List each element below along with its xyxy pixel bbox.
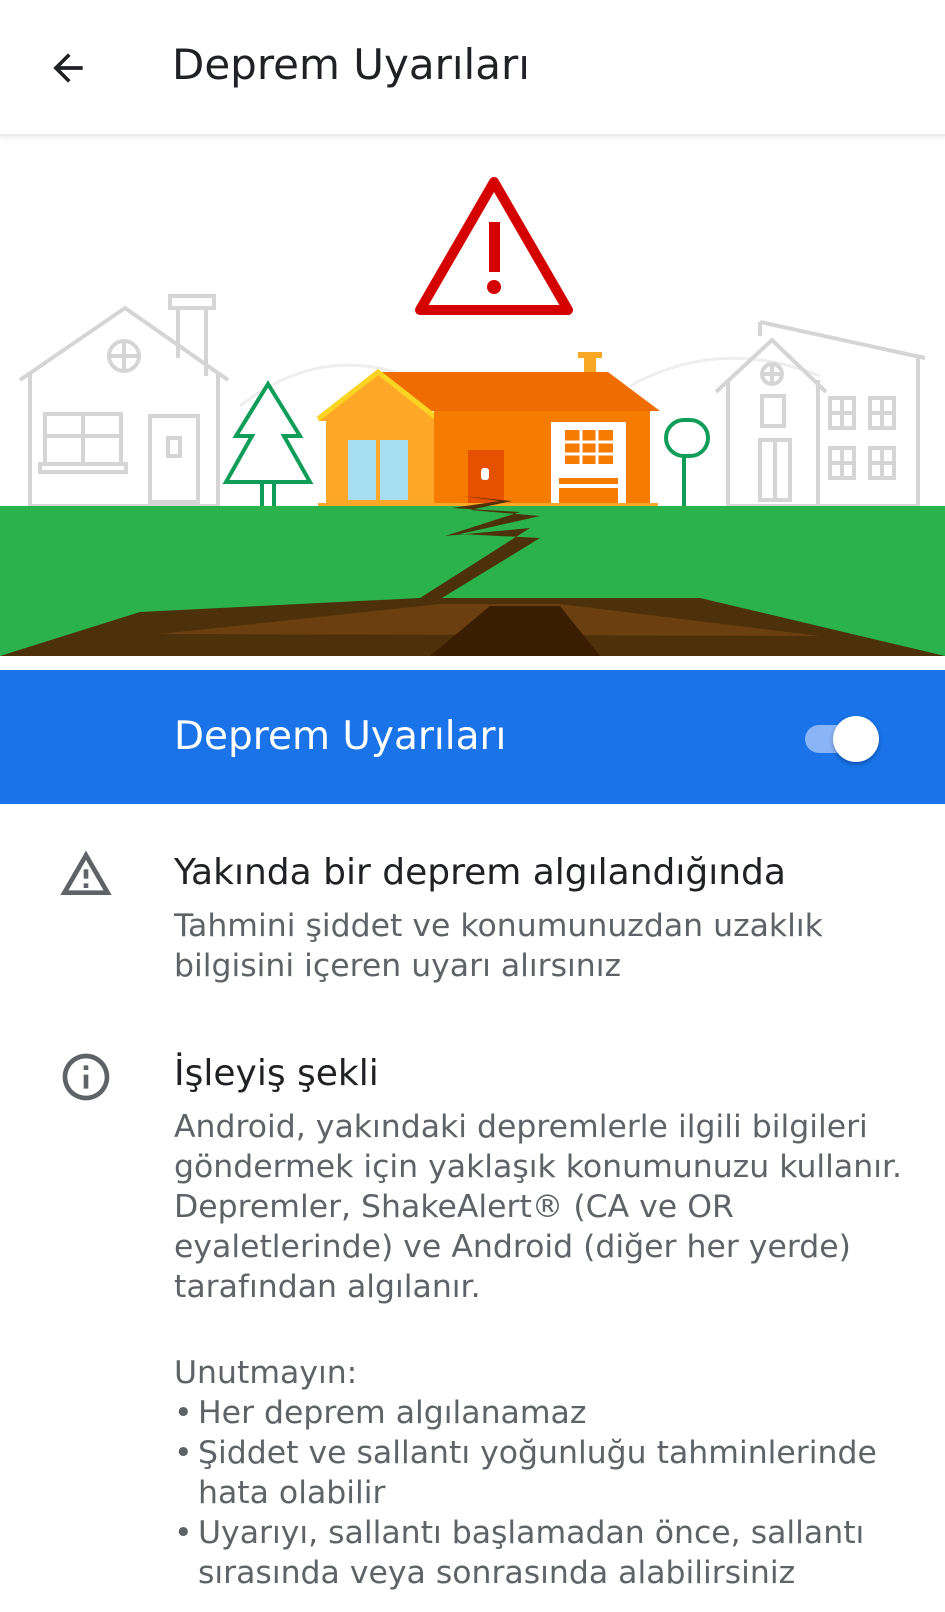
earthquake-illustration: [0, 136, 945, 656]
toggle-label: Deprem Uyarıları: [174, 714, 507, 759]
how-it-works-section: İşleyiş şekli Android, yakındaki depreml…: [0, 1047, 945, 1607]
left-house: [18, 294, 230, 508]
alert-info-section: Yakında bir deprem algılandığında Tahmin…: [0, 846, 945, 996]
note-block: Unutmayın: • Her deprem algılanamaz • Şi…: [174, 1353, 914, 1593]
page-title: Deprem Uyarıları: [172, 40, 530, 89]
orange-house: [316, 352, 660, 509]
how-it-works-title: İşleyiş şekli: [174, 1053, 379, 1094]
bullet-dot: •: [174, 1435, 193, 1471]
switch-thumb: [833, 716, 879, 762]
alert-info-title: Yakında bir deprem algılandığında: [174, 852, 786, 893]
back-button[interactable]: [36, 36, 100, 100]
bullet-text: Şiddet ve sallantı yoğunluğu tahminlerin…: [198, 1435, 877, 1511]
arrow-back-icon: [53, 53, 83, 83]
info-icon: [58, 1049, 114, 1105]
alert-info-body: Tahmini şiddet ve konumunuzdan uzaklık b…: [174, 908, 823, 984]
bullet-dot: •: [174, 1515, 193, 1551]
list-item: • Her deprem algılanamaz: [174, 1393, 914, 1433]
earthquake-alerts-switch[interactable]: [803, 714, 881, 764]
how-it-works-body: Android, yakındaki depremlerle ilgili bi…: [174, 1109, 903, 1305]
list-item: • Şiddet ve sallantı yoğunluğu tahminler…: [174, 1433, 914, 1513]
bush: [664, 418, 710, 506]
right-houses: [714, 320, 926, 508]
note-heading: Unutmayın:: [174, 1355, 358, 1391]
app-bar: Deprem Uyarıları: [0, 0, 945, 136]
bullet-text: Her deprem algılanamaz: [198, 1395, 587, 1431]
bullet-text: Uyarıyı, sallantı başlamadan önce, salla…: [198, 1515, 865, 1591]
tree: [222, 380, 314, 506]
bullet-dot: •: [174, 1395, 193, 1431]
earthquake-alerts-toggle-row[interactable]: Deprem Uyarıları: [0, 670, 945, 804]
list-item: • Uyarıyı, sallantı başlamadan önce, sal…: [174, 1513, 914, 1593]
warning-icon: [58, 846, 114, 902]
warning-triangle-icon: [415, 177, 573, 315]
